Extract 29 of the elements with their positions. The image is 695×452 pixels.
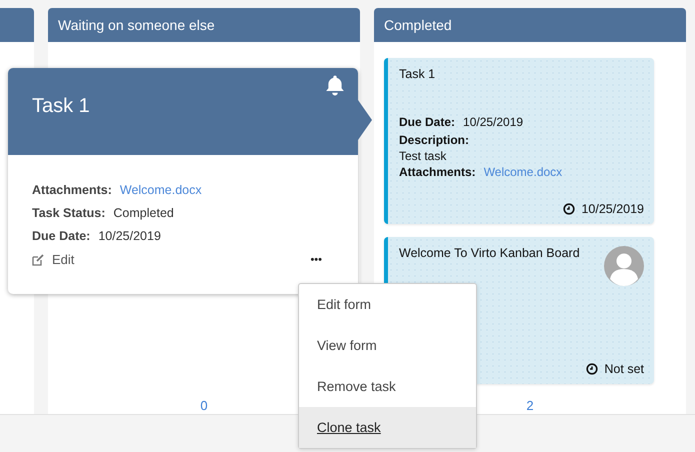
field-label: Attachments: — [32, 183, 112, 197]
card-title: Task 1 — [399, 67, 436, 81]
avatar-icon — [604, 246, 644, 286]
due-date: Not set — [604, 362, 644, 376]
bell-icon[interactable] — [324, 74, 346, 96]
clock-icon — [586, 363, 598, 375]
field-value: 10/25/2019 — [98, 229, 161, 243]
task-card[interactable]: Task 1 Due Date: 10/25/2019 Description: Test task Attachments: Welcome.docx 10/25/2019 — [384, 58, 654, 224]
field-label: Task Status: — [32, 206, 106, 220]
card-title: Welcome To Virto Kanban Board — [399, 246, 580, 260]
card-count: 2 — [526, 398, 534, 413]
field-label: Description: — [399, 133, 470, 147]
popup-title: Task 1 — [32, 95, 90, 118]
due-date: 10/25/2019 — [581, 202, 644, 216]
card-count: 0 — [200, 398, 208, 413]
field-label: Due Date: — [399, 115, 456, 129]
column-title: Waiting on someone else — [58, 17, 215, 33]
more-button[interactable]: ••• — [310, 254, 334, 266]
clock-icon — [563, 203, 576, 215]
menu-item[interactable]: Clone task — [299, 407, 476, 448]
edit-icon — [32, 254, 44, 266]
field-label: Due Date: — [32, 229, 90, 243]
attachment-link[interactable]: Welcome.docx — [120, 183, 202, 197]
field-value: Completed — [113, 206, 174, 220]
edit-button[interactable]: Edit — [32, 252, 74, 267]
field-value: Test task — [399, 149, 446, 163]
field-value: 10/25/2019 — [463, 115, 524, 129]
column-title: Completed — [384, 17, 452, 33]
field-label: Attachments: — [399, 165, 476, 179]
